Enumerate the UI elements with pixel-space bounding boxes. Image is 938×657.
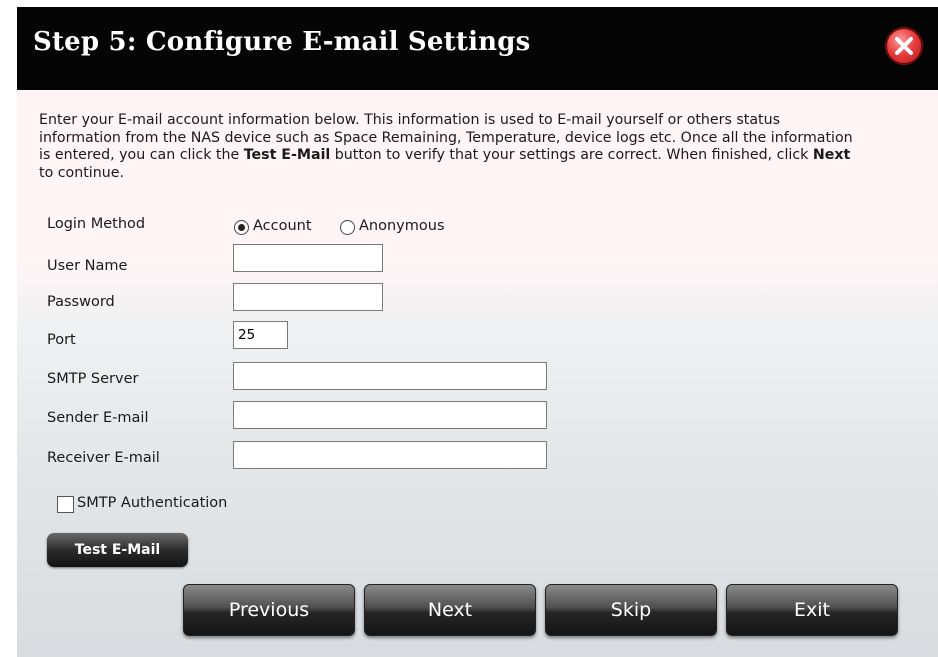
smtp-server-input[interactable]: [233, 362, 547, 390]
close-button[interactable]: [885, 27, 923, 65]
sender-email-input[interactable]: [233, 401, 547, 429]
dialog-title: Step 5: Configure E-mail Settings: [33, 27, 531, 57]
dialog-title-bar: Step 5: Configure E-mail Settings: [17, 7, 938, 90]
radio-anonymous-label: Anonymous: [359, 218, 445, 234]
password-input[interactable]: [233, 283, 383, 311]
previous-button[interactable]: Previous: [183, 584, 355, 636]
smtp-auth-checkbox[interactable]: [57, 496, 74, 513]
receiver-email-input[interactable]: [233, 441, 547, 469]
radio-anonymous[interactable]: [340, 220, 355, 235]
receiver-email-label: Receiver E-mail: [47, 450, 160, 466]
intro-next-bold: Next: [812, 147, 851, 163]
skip-button[interactable]: Skip: [545, 584, 717, 636]
port-input[interactable]: [233, 321, 288, 349]
smtp-auth-label: SMTP Authentication: [77, 495, 228, 511]
port-label: Port: [47, 332, 76, 348]
exit-button[interactable]: Exit: [726, 584, 898, 636]
password-label: Password: [47, 294, 115, 310]
radio-account-label: Account: [253, 218, 312, 234]
test-email-button[interactable]: Test E-Mail: [47, 533, 188, 567]
intro-test-email-bold: Test E-Mail: [243, 147, 331, 163]
login-method-label: Login Method: [47, 216, 146, 232]
intro-text: Enter your E-mail account information be…: [39, 112, 853, 181]
smtp-server-label: SMTP Server: [47, 371, 139, 387]
radio-selected-dot: [238, 224, 245, 231]
radio-account[interactable]: [234, 220, 249, 235]
user-name-input[interactable]: [233, 244, 383, 272]
sender-email-label: Sender E-mail: [47, 410, 149, 426]
user-name-label: User Name: [47, 258, 128, 274]
close-icon: [895, 37, 913, 55]
next-button[interactable]: Next: [364, 584, 536, 636]
configure-email-dialog: Step 5: Configure E-mail Settings Enter …: [17, 7, 938, 657]
